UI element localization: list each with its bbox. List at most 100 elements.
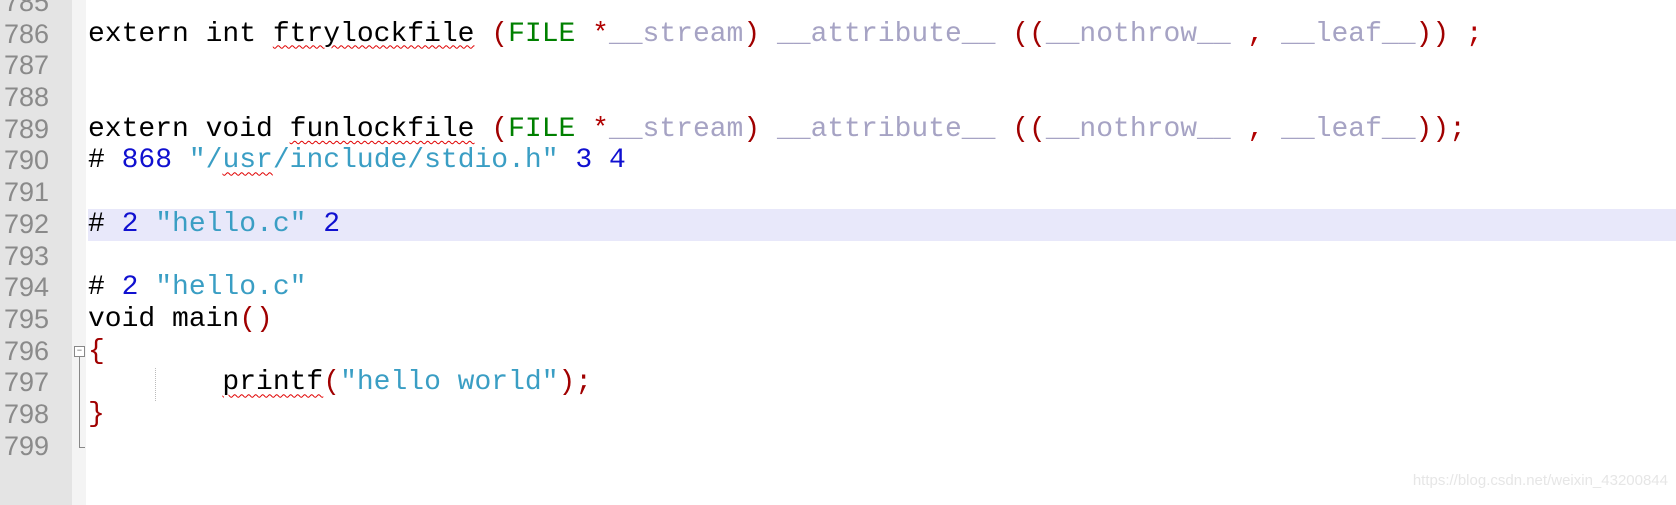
line-number: 790	[4, 145, 50, 176]
line-number: 788	[4, 82, 50, 113]
line-code[interactable]: void main()	[88, 304, 1676, 336]
code-token: "hello.c"	[138, 272, 307, 304]
code-token: __stream	[608, 113, 744, 145]
code-token: printf	[222, 367, 324, 399]
code-token: __attribute__	[760, 113, 1013, 145]
code-token: __leaf__	[1264, 113, 1416, 145]
line-number: 791	[4, 177, 50, 208]
indent-guide	[155, 368, 156, 401]
line-code[interactable]: # 868 "/usr/include/stdio.h" 3 4	[88, 145, 1676, 177]
line-code[interactable]: # 2 "hello.c"	[88, 272, 1676, 304]
code-token: (	[491, 113, 509, 145]
line-code[interactable]: {	[88, 336, 1676, 368]
code-line[interactable]: 798}	[0, 399, 1676, 431]
code-token: ()	[239, 303, 273, 335]
code-line[interactable]: 794 # 2 "hello.c"	[0, 272, 1676, 304]
code-token: __attribute__	[760, 18, 1013, 50]
line-number: 785	[4, 0, 50, 17]
code-token: )	[743, 113, 761, 145]
code-token: 3 4	[558, 145, 626, 177]
line-code[interactable]: # 2 "hello.c" 2	[88, 208, 1676, 241]
code-token: *	[575, 18, 609, 50]
code-token: #	[88, 208, 122, 240]
code-line[interactable]: 785	[0, 0, 1676, 19]
code-token: 2	[121, 272, 139, 304]
code-token: #	[88, 272, 122, 304]
code-token: FILE	[508, 113, 576, 145]
code-line[interactable]: 792 # 2 "hello.c" 2	[0, 208, 1676, 241]
line-code[interactable]: extern void funlockfile (FILE *__stream)…	[88, 114, 1676, 146]
line-number: 798	[4, 398, 50, 429]
code-token: __nothrow__	[1045, 113, 1248, 145]
code-token: {	[88, 335, 105, 367]
line-code[interactable]: extern int ftrylockfile (FILE *__stream)…	[88, 19, 1676, 51]
code-line[interactable]: 799	[0, 431, 1676, 463]
code-line[interactable]: 791	[0, 177, 1676, 209]
code-token: )	[743, 18, 761, 50]
code-token: ,	[1247, 113, 1265, 145]
code-token: ,	[1247, 18, 1265, 50]
line-code[interactable]	[88, 82, 1676, 114]
fold-collapse-icon[interactable]: −	[74, 346, 85, 357]
code-token: 868	[121, 145, 173, 177]
line-number: 792	[4, 208, 50, 239]
code-token: (	[323, 367, 341, 399]
code-token: "hello world"	[340, 367, 559, 399]
code-token: ;	[1449, 18, 1483, 50]
code-line[interactable]: 788	[0, 82, 1676, 114]
code-token: FILE	[508, 18, 576, 50]
code-line[interactable]: 795 void main()	[0, 304, 1676, 336]
line-code[interactable]	[88, 177, 1676, 209]
code-editor[interactable]: 785 786 extern int ftrylockfile (FILE *__s…	[0, 0, 1676, 462]
code-line[interactable]: 786 extern int ftrylockfile (FILE *__stre…	[0, 19, 1676, 51]
code-line[interactable]: 797 printf("hello world");	[0, 367, 1676, 399]
fold-range-line	[79, 357, 80, 448]
line-number: 789	[4, 113, 50, 144]
code-token: (	[491, 18, 509, 50]
code-token: "/	[172, 145, 223, 177]
fold-end-marker	[79, 447, 85, 448]
line-number: 795	[4, 303, 50, 334]
line-number: 794	[4, 272, 50, 303]
code-line[interactable]: 789 extern void funlockfile (FILE *__stre…	[0, 114, 1676, 146]
code-token: __stream	[608, 18, 744, 50]
line-code[interactable]	[88, 431, 1676, 463]
code-token: 2	[121, 208, 139, 240]
code-line[interactable]: 796 {	[0, 336, 1676, 368]
code-token: );	[558, 367, 593, 399]
code-token: ))	[1415, 18, 1450, 50]
code-token: extern int	[88, 18, 273, 50]
code-token: 2	[306, 208, 341, 240]
code-token: }	[88, 398, 105, 430]
line-number: 786	[4, 18, 50, 49]
line-code[interactable]	[88, 50, 1676, 82]
line-number: 787	[4, 50, 50, 81]
code-token: #	[88, 145, 122, 177]
code-token: "hello.c"	[138, 208, 307, 240]
code-token: ftrylockfile	[272, 18, 475, 50]
watermark: https://blog.csdn.net/weixin_43200844	[1412, 472, 1668, 489]
code-token: /include/stdio.h"	[272, 145, 559, 177]
line-number: 799	[4, 430, 50, 461]
code-line[interactable]: 793	[0, 241, 1676, 273]
code-token: __nothrow__	[1045, 18, 1248, 50]
code-token: void main	[88, 303, 240, 335]
code-line[interactable]: 790 # 868 "/usr/include/stdio.h" 3 4	[0, 145, 1676, 177]
code-token: ));	[1415, 113, 1466, 145]
code-token: *	[575, 113, 609, 145]
line-number: 797	[4, 367, 50, 398]
code-token: extern void	[88, 113, 290, 145]
code-token: usr	[222, 145, 273, 177]
code-line[interactable]: 787	[0, 50, 1676, 82]
line-code[interactable]: printf("hello world");	[88, 367, 1676, 399]
line-code[interactable]	[88, 0, 1676, 19]
line-number: 793	[4, 240, 50, 271]
code-token: funlockfile	[289, 113, 475, 145]
code-token: ((	[1012, 113, 1046, 145]
code-token: ((	[1012, 18, 1046, 50]
line-number: 796	[4, 335, 50, 366]
line-code[interactable]	[88, 241, 1676, 273]
line-code[interactable]: }	[88, 399, 1676, 431]
